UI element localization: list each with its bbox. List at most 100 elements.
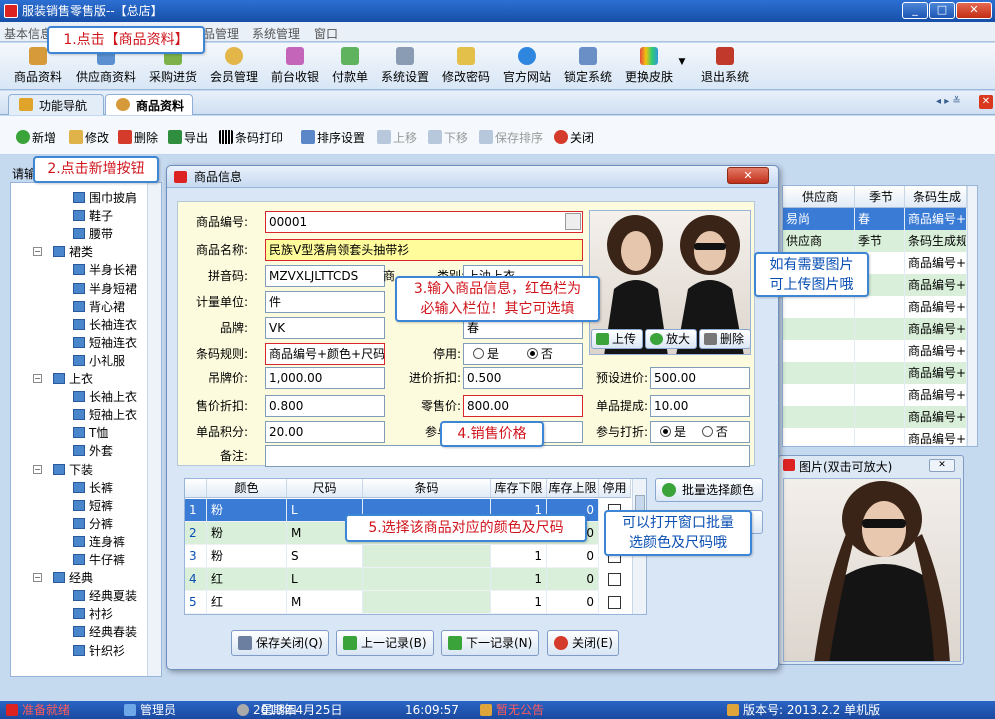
in-discount-no-radio[interactable] xyxy=(701,426,713,437)
toolbar-skin-button[interactable]: 更换皮肤 xyxy=(623,47,675,87)
move-down-button[interactable]: 下移 xyxy=(428,129,468,146)
table-header[interactable] xyxy=(185,479,207,498)
photo-zoom-button[interactable]: 放大 xyxy=(645,329,697,349)
table-cell[interactable]: 粉 xyxy=(207,499,287,522)
toolbar-lock-button[interactable]: 锁定系统 xyxy=(562,47,614,87)
grid-header[interactable]: 供应商 xyxy=(783,186,855,208)
table-cell[interactable] xyxy=(363,545,491,568)
photo-upload-button[interactable]: 上传 xyxy=(591,329,643,349)
preset-purchase-field[interactable]: 500.00 xyxy=(650,367,750,389)
menu-item-system[interactable]: 系统管理 xyxy=(252,25,300,42)
minimize-button[interactable]: _ xyxy=(902,2,928,19)
tree-item[interactable]: 牛仔裤 xyxy=(73,551,125,569)
table-cell[interactable]: 粉 xyxy=(207,522,287,545)
grid-cell[interactable]: 条码生成规 xyxy=(905,230,967,252)
table-cell[interactable]: 红 xyxy=(207,568,287,591)
tree-collapse-icon[interactable]: − xyxy=(33,464,42,474)
toolbar-website-button[interactable]: 官方网站 xyxy=(501,47,553,87)
menu-item-window[interactable]: 窗口 xyxy=(314,25,338,42)
close-window-button[interactable]: ✕ xyxy=(956,2,992,19)
product-large-photo[interactable] xyxy=(783,478,961,662)
grid-cell[interactable]: 商品编号+颜 xyxy=(905,340,967,362)
tree-item[interactable]: 长裤 xyxy=(73,479,113,497)
tree-item[interactable]: 上衣 xyxy=(53,370,93,388)
grid-cell[interactable] xyxy=(783,362,855,384)
in-discount-yes-radio[interactable] xyxy=(660,426,671,437)
grid-cell[interactable]: 商品编号+颜 xyxy=(905,384,967,406)
tree-item[interactable]: 短袖上衣 xyxy=(73,406,137,424)
tree-item[interactable]: 背心裙 xyxy=(73,298,125,316)
table-cell[interactable]: 0 xyxy=(547,591,599,614)
brand-field[interactable]: VK xyxy=(265,317,385,339)
tree-item[interactable]: 长袖连衣 xyxy=(73,316,137,334)
sort-settings-button[interactable]: 排序设置 xyxy=(301,129,365,146)
table-cell[interactable]: 2 xyxy=(185,522,207,545)
grid-cell[interactable] xyxy=(855,428,905,446)
tree-item[interactable]: 经典 xyxy=(53,569,93,587)
grid-cell[interactable]: 商品编号+颜 xyxy=(905,406,967,428)
tree-item[interactable]: 下装 xyxy=(53,461,93,479)
table-cell[interactable]: S xyxy=(287,545,363,568)
tree-item[interactable]: 经典春装 xyxy=(73,623,137,641)
save-sort-button[interactable]: 保存排序 xyxy=(479,129,543,146)
table-cell[interactable]: 1 xyxy=(185,499,207,522)
table-header[interactable]: 条码 xyxy=(363,479,491,498)
barcode-rule-field[interactable]: 商品编号+颜色+尺码 xyxy=(265,343,385,365)
points-field[interactable]: 20.00 xyxy=(265,421,385,443)
pinyin-field[interactable]: MZVXLJLTTCDS xyxy=(265,265,385,287)
grid-cell[interactable] xyxy=(783,406,855,428)
disabled-yes-radio[interactable] xyxy=(473,348,484,359)
tree-item[interactable]: 裙类 xyxy=(53,243,93,261)
grid-cell[interactable]: 易尚 xyxy=(783,208,855,230)
maximize-button[interactable]: □ xyxy=(929,2,955,19)
dialog-close-icon[interactable]: ✕ xyxy=(727,167,769,184)
tree-item[interactable]: 外套 xyxy=(73,442,113,460)
grid-cell[interactable] xyxy=(783,428,855,446)
tree-item[interactable]: 分裤 xyxy=(73,515,113,533)
grid-cell[interactable] xyxy=(783,318,855,340)
menu-item-basic[interactable]: 基本信息 xyxy=(4,25,52,42)
table-header[interactable]: 停用 xyxy=(599,479,631,498)
table-cell[interactable]: 粉 xyxy=(207,545,287,568)
grid-cell[interactable]: 商品编号+颜 xyxy=(905,274,967,296)
menu-item-goods[interactable]: 品管理 xyxy=(203,25,239,42)
grid-cell[interactable]: 商品编号+颜 xyxy=(905,208,967,230)
grid-cell[interactable] xyxy=(855,384,905,406)
toolbar-payment-button[interactable]: 付款单 xyxy=(330,47,370,87)
grid-cell[interactable]: 商品编号+颜 xyxy=(905,318,967,340)
edit-button[interactable]: 修改 xyxy=(69,129,109,146)
grid-header[interactable]: 条码生成 xyxy=(905,186,967,208)
toolbar-cashier-button[interactable]: 前台收银 xyxy=(269,47,321,87)
grid-scrollbar[interactable] xyxy=(967,186,977,446)
tree-collapse-icon[interactable]: − xyxy=(33,374,42,383)
grid-cell[interactable]: 季节 xyxy=(855,230,905,252)
retail-price-field[interactable]: 800.00 xyxy=(463,395,583,417)
disabled-checkbox[interactable] xyxy=(608,573,621,586)
table-header[interactable]: 库存下限 xyxy=(491,479,547,498)
grid-cell[interactable] xyxy=(855,340,905,362)
tree-item[interactable]: 小礼服 xyxy=(73,352,125,370)
purchase-discount-field[interactable]: 0.500 xyxy=(463,367,583,389)
table-cell[interactable]: 5 xyxy=(185,591,207,614)
table-cell[interactable]: 1 xyxy=(491,545,547,568)
table-cell[interactable]: 4 xyxy=(185,568,207,591)
tree-item[interactable]: 短袖连衣 xyxy=(73,334,137,352)
tree-item[interactable]: 半身长裙 xyxy=(73,261,137,279)
export-button[interactable]: 导出 xyxy=(168,129,208,146)
photo-delete-button[interactable]: 删除 xyxy=(699,329,751,349)
grid-cell[interactable] xyxy=(855,318,905,340)
table-header[interactable]: 尺码 xyxy=(287,479,363,498)
table-cell[interactable]: 3 xyxy=(185,545,207,568)
grid-cell[interactable]: 春 xyxy=(855,208,905,230)
next-record-button[interactable]: 下一记录(N) xyxy=(441,630,539,656)
grid-cell[interactable] xyxy=(783,384,855,406)
tree-item[interactable]: 腰带 xyxy=(73,225,113,243)
tree-item[interactable]: 鞋子 xyxy=(73,207,113,225)
table-cell[interactable]: L xyxy=(287,568,363,591)
commission-field[interactable]: 10.00 xyxy=(650,395,750,417)
grid-cell[interactable]: 供应商 xyxy=(783,230,855,252)
tab-function-nav[interactable]: 功能导航 xyxy=(8,94,104,115)
tag-price-field[interactable]: 1,000.00 xyxy=(265,367,385,389)
tree-item[interactable]: 围巾披肩 xyxy=(73,189,137,207)
disabled-no-radio[interactable] xyxy=(526,348,538,359)
